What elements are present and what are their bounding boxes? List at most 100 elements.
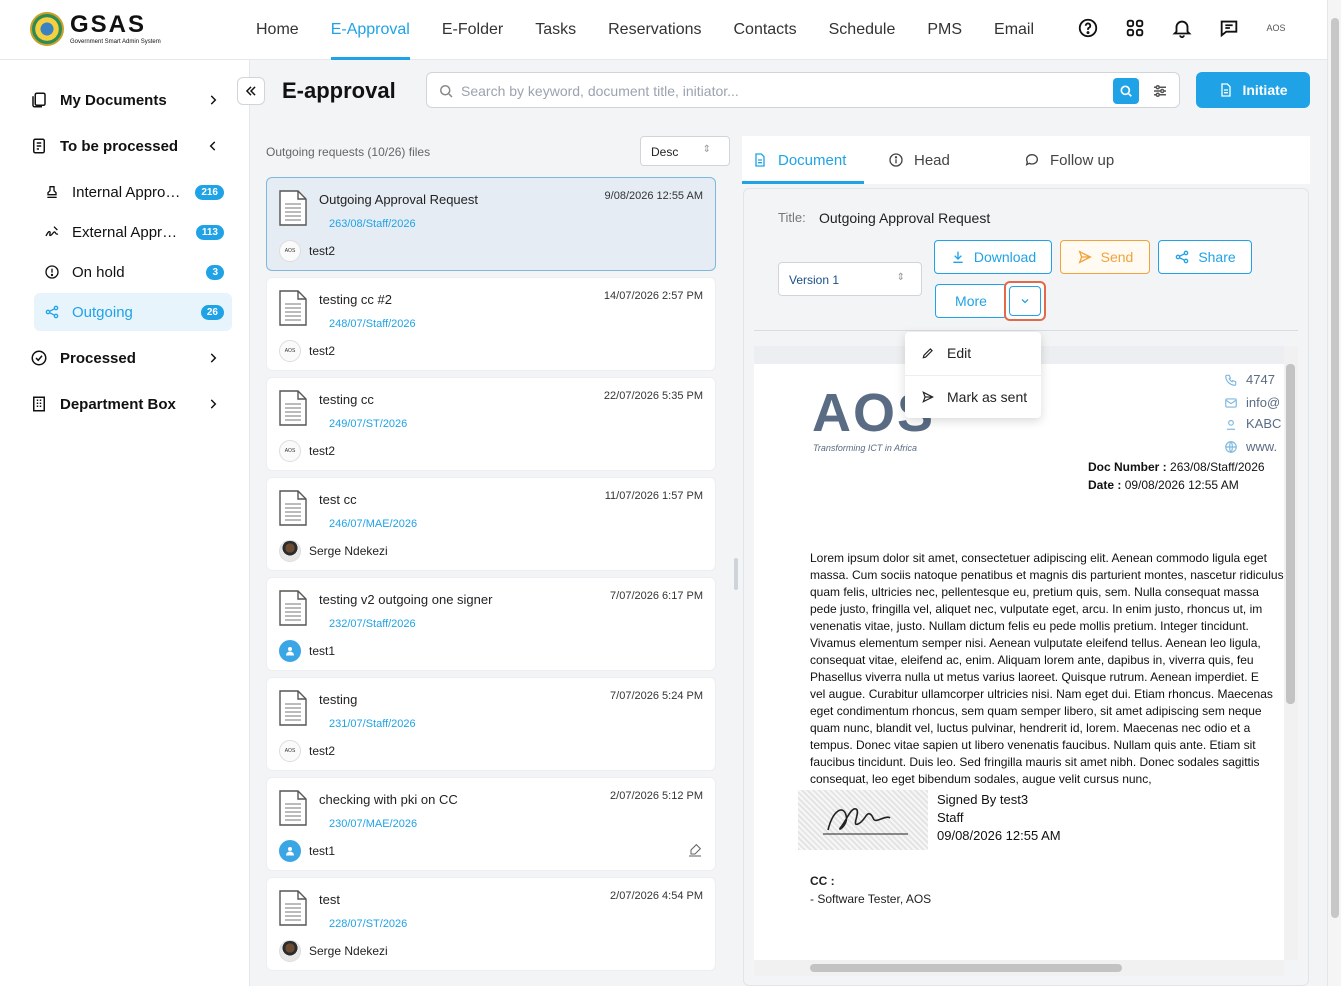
more-dropdown-menu: Edit Mark as sent (905, 332, 1041, 418)
avatar-text: AOS (284, 448, 296, 454)
nav-contacts[interactable]: Contacts (717, 0, 812, 60)
nav-home[interactable]: Home (240, 0, 315, 60)
item-title: testing cc #2 (319, 292, 392, 307)
item-user: test1 (309, 644, 336, 658)
chevron-right-icon (210, 95, 217, 105)
nav-reservations[interactable]: Reservations (592, 0, 717, 60)
contact-address: KABC (1224, 416, 1281, 431)
item-title: test (319, 892, 340, 907)
share-button[interactable]: Share (1158, 240, 1252, 274)
avatar: AOS (279, 440, 301, 462)
menu-item-mark-as-sent[interactable]: Mark as sent (905, 375, 1041, 417)
page-scrollbar[interactable] (1327, 0, 1341, 986)
avatar (279, 940, 301, 962)
cc-label: CC : (810, 874, 835, 888)
list-item[interactable]: checking with pki on CC 230/07/MAE/2026 2/… (266, 777, 716, 871)
sidebar-label: My Documents (60, 91, 167, 109)
sidebar-department-box[interactable]: Department Box (30, 386, 230, 422)
avatar-text: AOS (284, 748, 296, 754)
sidebar-label: Department Box (60, 395, 176, 413)
detail-tabs: Document Head Follow up (742, 136, 1310, 184)
item-reference: 228/07/ST/2026 (329, 918, 408, 930)
handwritten-signature-icon (823, 808, 908, 835)
documents-icon (32, 92, 46, 108)
nav-tasks[interactable]: Tasks (519, 0, 592, 60)
tab-follow-up[interactable]: Follow up (1014, 136, 1124, 184)
chat-icon[interactable] (1218, 17, 1240, 39)
send-button[interactable]: Send (1060, 240, 1150, 274)
chevron-left-icon (209, 141, 216, 151)
list-item[interactable]: testing cc 249/07/ST/2026 22/07/2026 5:35 … (266, 377, 716, 471)
list-item[interactable]: testing cc #2 248/07/Staff/2026 14/07/2026… (266, 277, 716, 371)
list-item[interactable]: testing 231/07/Staff/2026 7/07/2026 5:24 P… (266, 677, 716, 771)
nav-schedule[interactable]: Schedule (813, 0, 912, 60)
sidebar-item-outgoing[interactable]: Outgoing 26 (34, 293, 232, 331)
sidebar-item-internal-approvals[interactable]: Internal Approvals 216 (34, 173, 232, 211)
list-item[interactable]: test cc 246/07/MAE/2026 11/07/2026 1:57 PM… (266, 477, 716, 571)
more-button[interactable]: More (935, 284, 1007, 318)
list-item[interactable]: Outgoing Approval Request 263/08/Staff/20… (266, 177, 716, 271)
up-down-arrow-icon: ⇕ (896, 272, 905, 283)
count-badge: 216 (195, 184, 224, 200)
collapse-sidebar-button[interactable] (237, 77, 265, 105)
search-button[interactable] (1113, 78, 1139, 104)
main-nav: Home E-Approval E-Folder Tasks Reservati… (240, 0, 1050, 60)
contact-text: KABC (1246, 416, 1282, 431)
download-button[interactable]: Download (934, 240, 1052, 274)
search-input[interactable] (461, 79, 1101, 103)
tab-document[interactable]: Document (742, 136, 864, 184)
cc-item: - Software Tester, AOS (810, 892, 932, 906)
more-dropdown-toggle[interactable] (1004, 281, 1046, 321)
apps-grid-icon[interactable] (1124, 17, 1146, 39)
viewer-horizontal-scrollbar[interactable] (754, 960, 1284, 976)
sidebar-my-documents[interactable]: My Documents (30, 82, 230, 118)
list-header: Outgoing requests (10/26) files (266, 145, 431, 159)
count-badge: 26 (200, 304, 224, 320)
app-logo[interactable]: GSAS Government Smart Admin System (30, 12, 161, 46)
doc-date: Date : 09/08/2026 12:55 AM (1088, 478, 1239, 492)
sidebar-item-external-approvals[interactable]: External Approvals 113 (34, 213, 232, 251)
divider (754, 330, 1298, 331)
search-bar (426, 72, 1180, 108)
government-seal-icon (30, 12, 64, 46)
list-item[interactable]: test 228/07/ST/2026 2/07/2026 4:54 PM Serge… (266, 877, 716, 971)
phone-icon (1225, 374, 1237, 386)
clipboard-icon (33, 138, 45, 154)
sidebar-label: To be processed (60, 137, 179, 155)
download-icon (953, 251, 963, 263)
doc-date-value: 09/08/2026 12:55 AM (1124, 478, 1239, 492)
avatar-text: AOS (284, 348, 296, 354)
share-nodes-icon (45, 305, 59, 319)
file-icon (279, 290, 307, 326)
version-select[interactable]: Version 1 ⇕ (778, 262, 922, 296)
sidebar-label: Internal Approvals (72, 183, 182, 201)
list-item[interactable]: testing v2 outgoing one signer 232/07/Sta… (266, 577, 716, 671)
page-title: E-approval (282, 78, 396, 103)
menu-label: Mark as sent (947, 388, 1028, 405)
item-date: 9/08/2026 12:55 AM (604, 190, 703, 202)
nav-pms[interactable]: PMS (911, 0, 978, 60)
initiate-button[interactable]: Initiate (1196, 72, 1310, 108)
filter-button[interactable] (1147, 78, 1173, 104)
sliders-icon (1154, 85, 1166, 97)
menu-item-edit[interactable]: Edit (905, 332, 1041, 374)
button-label: More (955, 293, 987, 309)
contact-phone: 4747 (1224, 372, 1275, 387)
nav-e-folder[interactable]: E-Folder (426, 0, 519, 60)
sidebar-processed[interactable]: Processed (30, 340, 230, 376)
sidebar-item-on-hold[interactable]: On hold 3 (34, 253, 232, 291)
nav-email[interactable]: Email (978, 0, 1050, 60)
title-value: Outgoing Approval Request (819, 210, 991, 226)
user-avatar[interactable]: AOS (1265, 23, 1287, 33)
nav-e-approval[interactable]: E-Approval (315, 0, 426, 60)
sidebar-to-be-processed[interactable]: To be processed (30, 128, 230, 164)
help-icon[interactable] (1077, 17, 1099, 39)
tab-head[interactable]: Head (878, 136, 960, 184)
signature-icon (45, 226, 59, 237)
item-date: 7/07/2026 5:24 PM (610, 690, 703, 702)
viewer-vertical-scrollbar[interactable] (1284, 346, 1298, 960)
resize-handle[interactable] (734, 558, 738, 590)
bell-icon[interactable] (1171, 17, 1193, 39)
sort-select[interactable]: Desc ⇕ (640, 136, 730, 166)
item-reference: 246/07/MAE/2026 (329, 518, 418, 530)
